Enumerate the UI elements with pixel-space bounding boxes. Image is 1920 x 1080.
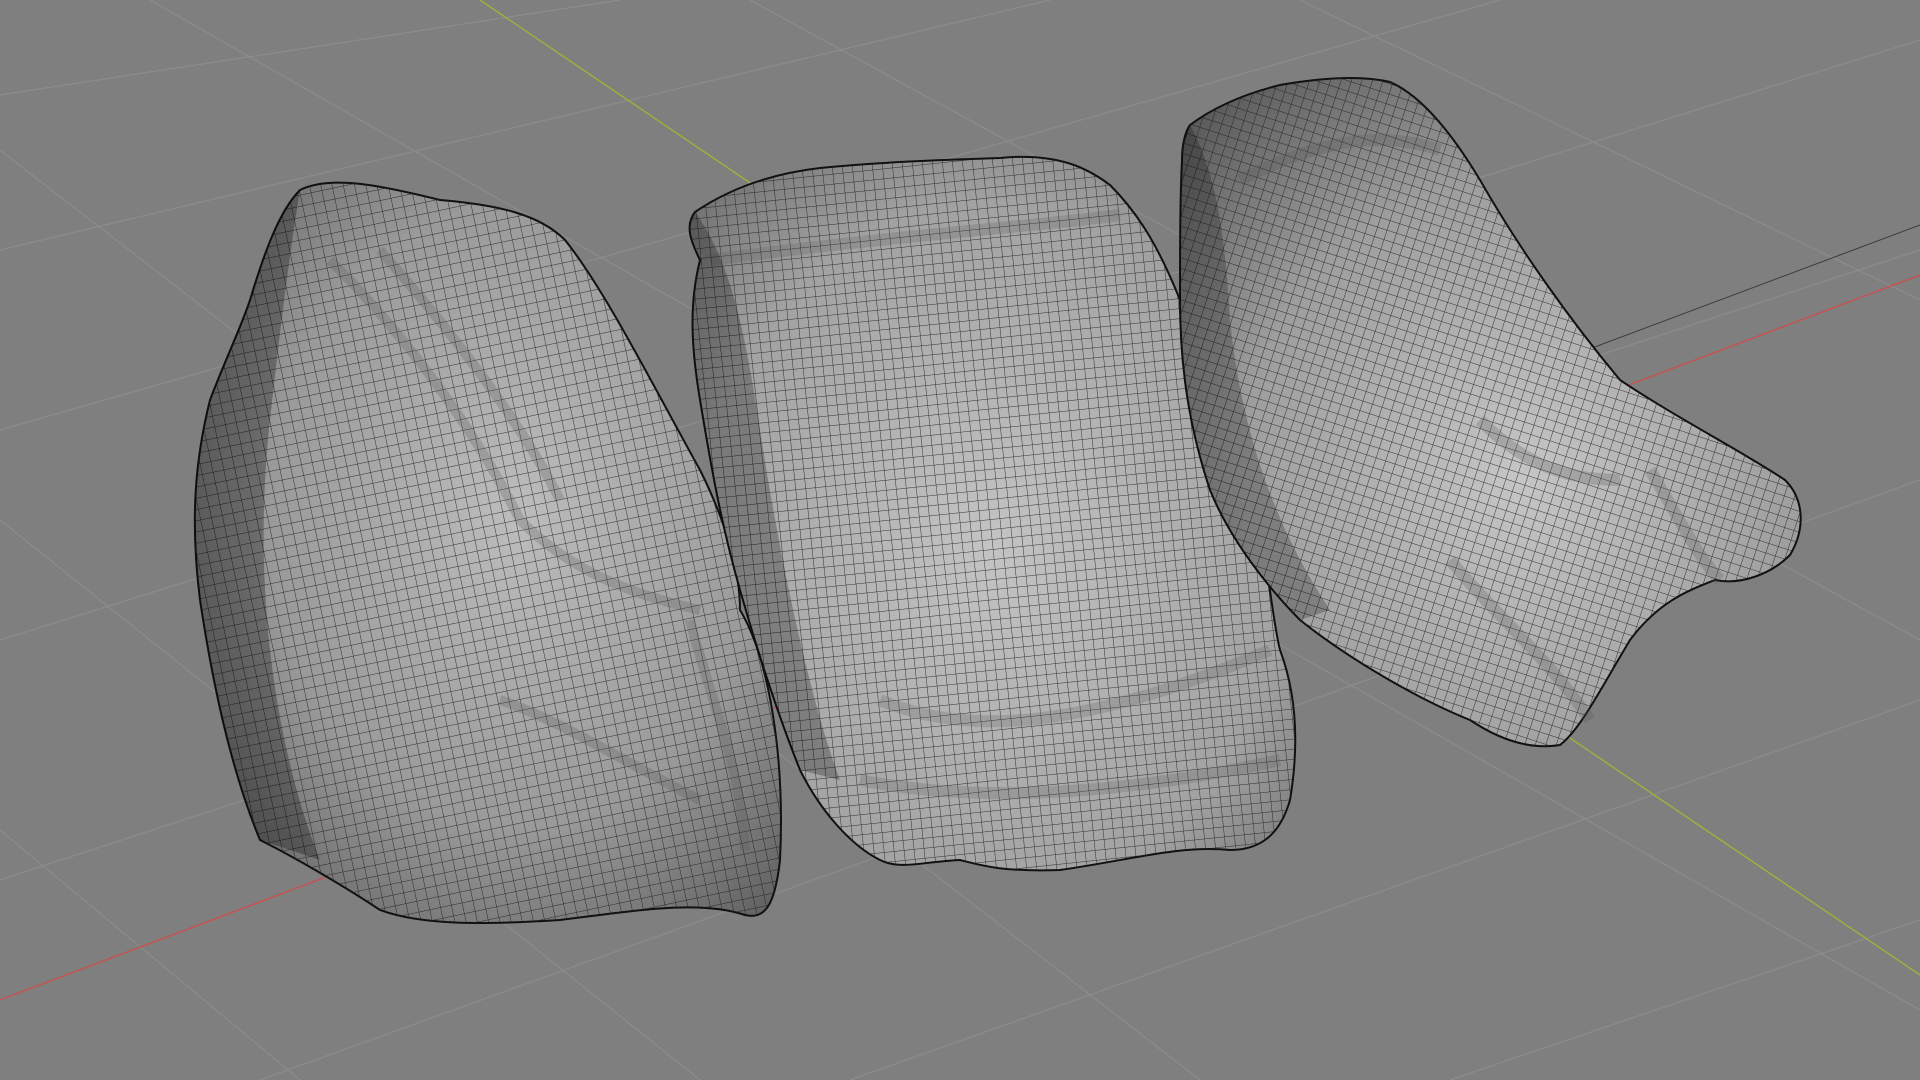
viewport-canvas[interactable] bbox=[0, 0, 1920, 1080]
3d-viewport[interactable] bbox=[0, 0, 1920, 1080]
